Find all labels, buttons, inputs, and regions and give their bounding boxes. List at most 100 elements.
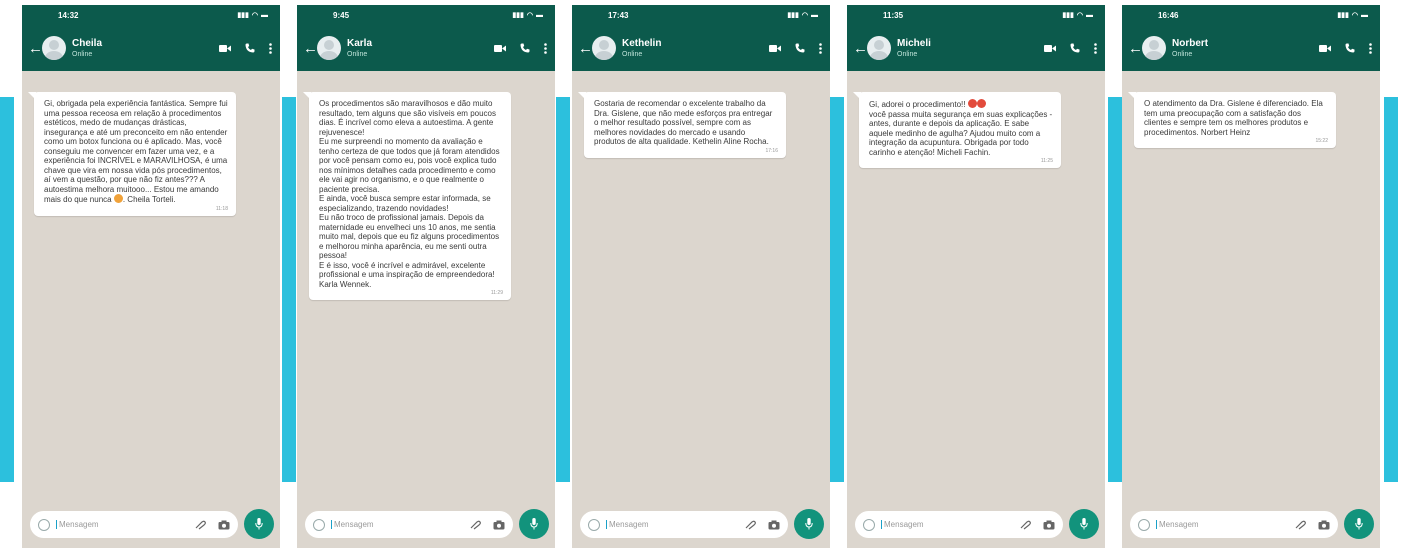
microphone-icon (530, 518, 538, 530)
message-input-bar[interactable]: Mensagem (580, 511, 788, 538)
accent-stripe (1108, 97, 1122, 482)
more-options-icon[interactable] (1094, 42, 1097, 54)
contact-status: Online (347, 50, 368, 58)
status-time: 14:32 (58, 10, 79, 20)
status-icons: ▮▮▮ ◠ ▬ (512, 11, 543, 20)
wifi-icon: ◠ (1076, 12, 1083, 19)
more-options-icon[interactable] (819, 42, 822, 54)
message-input[interactable]: Mensagem (331, 520, 469, 529)
avatar[interactable] (42, 36, 66, 60)
attach-icon[interactable] (1019, 520, 1031, 530)
phone-screen-norbert: 16:46 ▮▮▮ ◠ ▬ ← Norbert Online O atendimen… (1122, 5, 1380, 548)
chat-header: ← Micheli Online (847, 25, 1105, 71)
attach-icon[interactable] (1294, 520, 1306, 530)
battery-icon: ▬ (1086, 11, 1093, 19)
attach-icon[interactable] (194, 520, 206, 530)
contact-info[interactable]: Micheli Online (897, 38, 1044, 59)
message-input-bar[interactable]: Mensagem (305, 511, 513, 538)
chat-header: ← Norbert Online (1122, 25, 1380, 71)
message-text: Gostaria de recomendar o excelente traba… (594, 99, 773, 146)
camera-icon[interactable] (1318, 520, 1330, 530)
contact-status: Online (622, 50, 643, 58)
contact-name: Cheila (72, 37, 103, 49)
mic-button[interactable] (519, 509, 549, 539)
more-options-icon[interactable] (544, 42, 547, 54)
mic-button[interactable] (244, 509, 274, 539)
message-input[interactable]: Mensagem (1156, 520, 1294, 529)
battery-icon: ▬ (261, 11, 268, 19)
heart-eyes-icon (967, 99, 977, 108)
contact-info[interactable]: Karla Online (347, 38, 494, 59)
accent-stripe (282, 97, 296, 482)
avatar[interactable] (1142, 36, 1166, 60)
message-text: Gi, adorei o procedimento!! você passa m… (869, 99, 1053, 157)
status-icons: ▮▮▮ ◠ ▬ (1062, 11, 1093, 20)
message-start: Gi, adorei o procedimento!! (869, 100, 966, 109)
contact-status: Online (1172, 50, 1193, 58)
message-bubble: O atendimento da Dra. Gislene é diferenc… (1128, 92, 1336, 148)
status-bar: 17:43 ▮▮▮ ◠ ▬ (572, 5, 830, 25)
avatar[interactable] (867, 36, 891, 60)
mic-button[interactable] (1069, 509, 1099, 539)
signal-icon: ▮▮▮ (512, 12, 524, 19)
message-timestamp: 17:16 (765, 147, 778, 154)
back-arrow-icon[interactable]: ← (578, 41, 593, 56)
more-options-icon[interactable] (1369, 42, 1372, 54)
phone-call-icon[interactable] (795, 43, 805, 53)
camera-icon[interactable] (1043, 520, 1055, 530)
message-input[interactable]: Mensagem (881, 520, 1019, 529)
phone-call-icon[interactable] (1070, 43, 1080, 53)
message-input-bar[interactable]: Mensagem (855, 511, 1063, 538)
battery-icon: ▬ (1361, 11, 1368, 19)
back-arrow-icon[interactable]: ← (303, 41, 318, 56)
microphone-icon (255, 518, 263, 530)
message-bubble: Gi, obrigada pela experiência fantástica… (28, 92, 236, 216)
video-call-icon[interactable] (219, 44, 231, 53)
message-input-bar[interactable]: Mensagem (30, 511, 238, 538)
accent-stripe (0, 97, 14, 482)
status-time: 17:43 (608, 10, 629, 20)
back-arrow-icon[interactable]: ← (1128, 41, 1143, 56)
phone-call-icon[interactable] (245, 43, 255, 53)
mic-button[interactable] (1344, 509, 1374, 539)
phone-call-icon[interactable] (1345, 43, 1355, 53)
emoji-icon[interactable] (1138, 518, 1150, 531)
attach-icon[interactable] (469, 520, 481, 530)
back-arrow-icon[interactable]: ← (853, 41, 868, 56)
message-end: . Cheila Torteli. (122, 195, 176, 204)
avatar[interactable] (317, 36, 341, 60)
contact-info[interactable]: Cheila Online (72, 38, 219, 59)
video-call-icon[interactable] (494, 44, 506, 53)
emoji-icon[interactable] (588, 518, 600, 531)
status-time: 11:35 (883, 10, 904, 20)
message-timestamp: 11:18 (215, 205, 228, 212)
phone-screen-karla: 9:45 ▮▮▮ ◠ ▬ ← Karla Online Os procediment… (297, 5, 555, 548)
camera-icon[interactable] (493, 520, 505, 530)
signal-icon: ▮▮▮ (787, 12, 799, 19)
emoji-icon[interactable] (863, 518, 875, 531)
camera-icon[interactable] (218, 520, 230, 530)
message-timestamp: 11:25 (1040, 158, 1053, 164)
video-call-icon[interactable] (1044, 44, 1056, 53)
emoji-icon[interactable] (38, 518, 50, 531)
message-input[interactable]: Mensagem (56, 520, 194, 529)
contact-info[interactable]: Kethelin Online (622, 38, 769, 59)
phone-call-icon[interactable] (520, 43, 530, 53)
contact-status: Online (897, 50, 918, 58)
wifi-icon: ◠ (1351, 12, 1358, 19)
video-call-icon[interactable] (1319, 44, 1331, 53)
camera-icon[interactable] (768, 520, 780, 530)
contact-info[interactable]: Norbert Online (1172, 38, 1319, 59)
emoji-icon[interactable] (313, 518, 325, 531)
message-input-bar[interactable]: Mensagem (1130, 511, 1338, 538)
message-body: você passa muita segurança em suas expli… (869, 109, 1053, 157)
mic-button[interactable] (794, 509, 824, 539)
smiling-face-with-hearts-icon (113, 194, 123, 203)
message-timestamp: 11:29 (490, 290, 503, 296)
more-options-icon[interactable] (269, 42, 272, 54)
video-call-icon[interactable] (769, 44, 781, 53)
message-input[interactable]: Mensagem (606, 520, 744, 529)
avatar[interactable] (592, 36, 616, 60)
attach-icon[interactable] (744, 520, 756, 530)
back-arrow-icon[interactable]: ← (28, 41, 43, 56)
